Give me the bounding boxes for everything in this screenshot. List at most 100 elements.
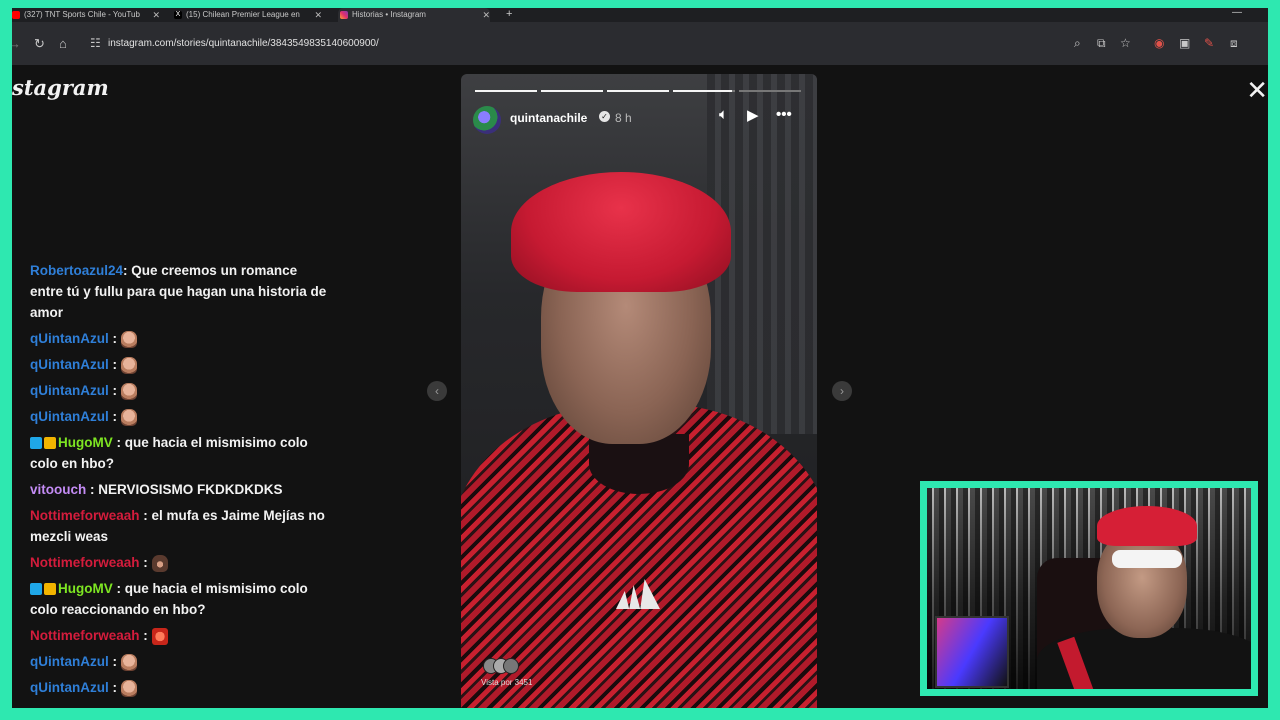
chat-username[interactable]: qUintanAzul [30,409,109,424]
chat-message: vitoouch : NERVIOSISMO FKDKDKDKS [30,479,330,500]
url-field[interactable]: instagram.com/stories/quintanachile/3843… [108,37,379,50]
chat-emote-icon [121,356,137,374]
chat-text: : [139,555,148,570]
home-icon[interactable]: ⌂ [59,37,67,50]
crown-badge-icon [44,583,56,596]
chat-message: Nottimeforweaah : el mufa es Jaime Mejía… [30,505,330,547]
tab-strip: (327) TNT Sports Chile - YouTub ✕ X (15) C… [12,8,1268,22]
chat-overlay: Robertoazul24: Que creemos un romance en… [30,260,330,703]
extension-screen-icon[interactable]: ▣ [1179,36,1190,50]
volume-icon[interactable]: 🔈︎ [719,106,728,123]
extensions-puzzle-icon[interactable]: ⧈ [1230,36,1238,51]
chat-username[interactable]: qUintanAzul [30,383,109,398]
story-avatar[interactable] [473,106,501,134]
chat-message: qUintanAzul : [30,406,330,427]
chat-text: : [139,628,148,643]
chat-message: Robertoazul24: Que creemos un romance en… [30,260,330,323]
tab-instagram[interactable]: Historias • Instagram ✕ [338,8,490,22]
close-tab-icon[interactable]: ✕ [482,8,490,22]
streamer-sunglasses [1112,550,1182,568]
prime-badge-icon [30,583,42,596]
story-viewers[interactable]: Vista por 3451 [481,658,532,687]
story-progress-fill [607,90,669,92]
reload-icon[interactable]: ↻ [34,37,45,50]
chat-username[interactable]: qUintanAzul [30,357,109,372]
tab-x[interactable]: X (15) Chilean Premier League en ✕ [174,8,322,22]
chat-emote-icon [121,408,137,426]
extension-pdf-icon[interactable]: ✎ [1204,36,1214,50]
webcam-monitor [935,616,1009,688]
close-tab-icon[interactable]: ✕ [152,8,160,22]
chat-message: qUintanAzul : [30,651,330,672]
story-person-cap [511,172,731,292]
webcam-overlay [920,481,1258,696]
chat-text: : NERVIOSISMO FKDKDKDKS [86,482,283,497]
streamer-cap [1097,506,1197,546]
chat-emote-icon [121,330,137,348]
close-tab-icon[interactable]: ✕ [314,8,322,22]
more-options-icon[interactable]: ••• [776,106,792,123]
chat-username[interactable]: Nottimeforweaah [30,628,140,643]
next-story-button[interactable]: › [832,381,852,401]
address-bar: → ↻ ⌂ ☷ instagram.com/stories/quintanach… [12,22,1268,65]
story-progress-segment [739,90,801,92]
chat-emote-icon [121,653,137,671]
chat-username[interactable]: qUintanAzul [30,680,109,695]
minimize-icon[interactable]: — [1232,8,1242,18]
chat-username[interactable]: vitoouch [30,482,86,497]
chat-message: qUintanAzul : [30,677,330,698]
forward-icon[interactable]: → [12,37,21,50]
prime-badge-icon [30,437,42,450]
chat-message: HugoMV : que hacia el mismisimo colo col… [30,432,330,474]
tab-title: Historias • Instagram [352,10,426,19]
tab-youtube[interactable]: (327) TNT Sports Chile - YouTub ✕ [12,8,160,22]
chat-text: : [108,680,118,695]
chat-text: : [108,357,118,372]
chat-emote-icon [151,627,168,645]
chat-username[interactable]: Nottimeforweaah [30,555,140,570]
chat-message: HugoMV : que hacia el mismisimo colo col… [30,578,330,620]
story-progress-fill [541,90,603,92]
chat-username[interactable]: Nottimeforweaah [30,508,140,523]
prev-story-button[interactable]: ‹ [427,381,447,401]
chat-message: Nottimeforweaah : [30,625,330,646]
close-story-icon[interactable]: ✕ [1246,75,1268,106]
chat-text: : [108,654,118,669]
story-time: 8 h [615,111,632,125]
chat-text: : [108,331,118,346]
instagram-icon [340,10,348,19]
new-tab-button[interactable]: + [506,8,512,21]
youtube-icon [12,10,20,19]
chat-message: qUintanAzul : [30,328,330,349]
play-icon[interactable]: ▶ [747,106,759,124]
verified-icon: ✓ [599,111,610,122]
webcam-feed [927,488,1251,689]
zoom-icon[interactable]: ⌕ [1074,36,1081,51]
chat-message: qUintanAzul : [30,354,330,375]
crown-badge-icon [44,437,56,450]
tab-title: (15) Chilean Premier League en [186,10,300,19]
chat-username[interactable]: HugoMV [58,581,113,596]
story-progress-fill [673,90,732,92]
chat-username[interactable]: Robertoazul24 [30,263,123,278]
chat-message: Nottimeforweaah : [30,552,330,573]
story-username[interactable]: quintanachile [510,111,587,125]
chat-message: qUintanAzul : [30,380,330,401]
viewers-count: Vista por 3451 [481,678,533,687]
chat-emote-icon [151,554,168,572]
story-progress-fill [475,90,537,92]
chat-text: : [108,409,118,424]
chat-emote-icon [121,382,137,400]
chat-username[interactable]: HugoMV [58,435,113,450]
chat-emote-icon [121,679,137,697]
install-app-icon[interactable]: ⧉ [1097,36,1106,51]
instagram-logo[interactable]: stagram [12,75,109,100]
extension-shield-icon[interactable]: ◉ [1154,36,1164,50]
site-info-icon[interactable]: ☷ [90,36,101,50]
x-icon: X [174,10,182,19]
bookmark-star-icon[interactable]: ☆ [1120,36,1131,50]
chat-text: : [108,383,118,398]
chat-username[interactable]: qUintanAzul [30,654,109,669]
chat-username[interactable]: qUintanAzul [30,331,109,346]
story-viewer[interactable]: quintanachile ✓ 8 h 🔈︎ ▶ ••• Vista por 3… [461,74,817,708]
